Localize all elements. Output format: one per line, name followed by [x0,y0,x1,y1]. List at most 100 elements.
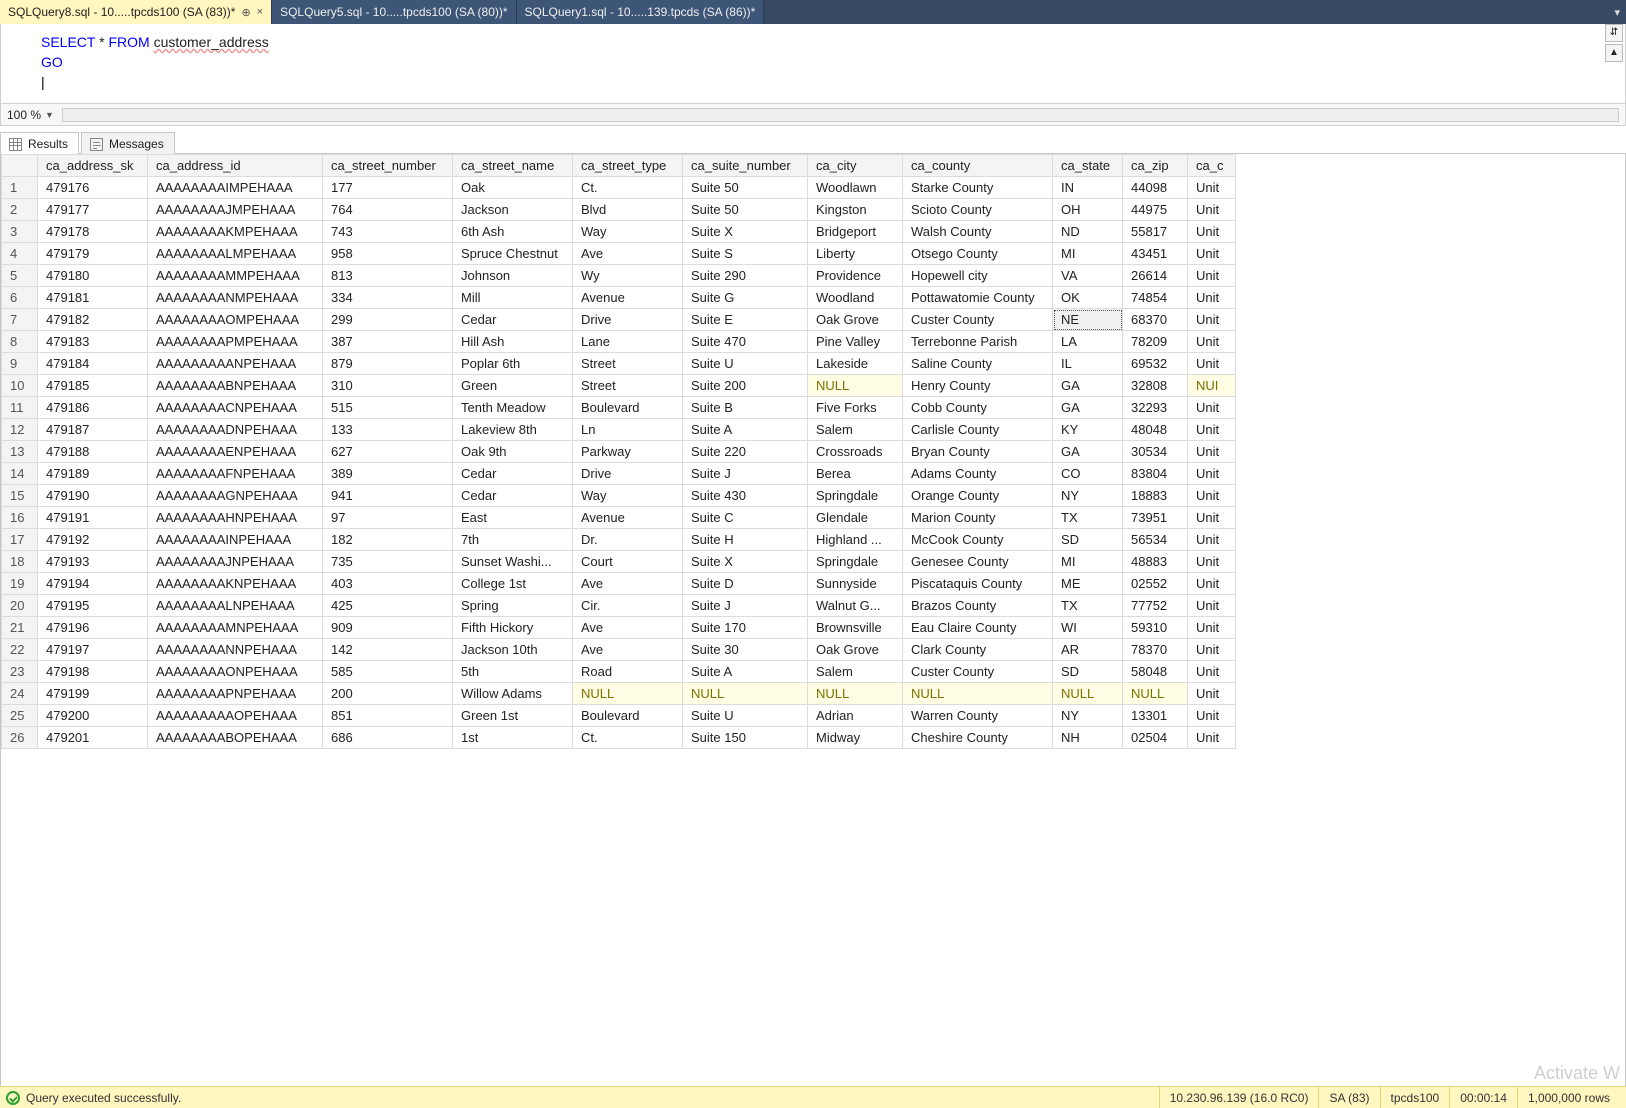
cell-ca_zip[interactable]: 77752 [1123,595,1188,617]
cell-ca_zip[interactable]: 02552 [1123,573,1188,595]
cell-ca_city[interactable]: Salem [808,419,903,441]
cell-ca_suite_number[interactable]: Suite 290 [683,265,808,287]
cell-ca_zip[interactable]: 43451 [1123,243,1188,265]
cell-ca_street_name[interactable]: Johnson [453,265,573,287]
cell-ca_street_name[interactable]: 5th [453,661,573,683]
cell-ca_country_trunc[interactable]: Unit [1188,397,1236,419]
cell-ca_street_type[interactable]: Avenue [573,287,683,309]
cell-ca_street_number[interactable]: 334 [323,287,453,309]
cell-ca_address_id[interactable]: AAAAAAAALMPEHAAA [148,243,323,265]
row-number-header[interactable] [2,155,38,177]
cell-ca_street_name[interactable]: Tenth Meadow [453,397,573,419]
cell-ca_street_number[interactable]: 909 [323,617,453,639]
row-number-cell[interactable]: 4 [2,243,38,265]
table-row[interactable]: 4479179AAAAAAAALMPEHAAA958Spruce Chestnu… [2,243,1236,265]
cell-ca_street_type[interactable]: Ct. [573,177,683,199]
cell-ca_zip[interactable]: 32808 [1123,375,1188,397]
cell-ca_address_sk[interactable]: 479195 [38,595,148,617]
cell-ca_street_name[interactable]: Hill Ash [453,331,573,353]
row-number-cell[interactable]: 17 [2,529,38,551]
row-number-cell[interactable]: 10 [2,375,38,397]
editor-line[interactable]: GO [41,52,1611,72]
cell-ca_suite_number[interactable]: Suite 220 [683,441,808,463]
cell-ca_county[interactable]: Pottawatomie County [903,287,1053,309]
table-row[interactable]: 18479193AAAAAAAAJNPEHAAA735Sunset Washi.… [2,551,1236,573]
cell-ca_zip[interactable]: 48883 [1123,551,1188,573]
document-tab-2[interactable]: SQLQuery1.sql - 10.....139.tpcds (SA (86… [517,0,765,24]
row-number-cell[interactable]: 11 [2,397,38,419]
row-number-cell[interactable]: 5 [2,265,38,287]
cell-ca_address_sk[interactable]: 479191 [38,507,148,529]
cell-ca_county[interactable]: Hopewell city [903,265,1053,287]
cell-ca_street_number[interactable]: 177 [323,177,453,199]
row-number-cell[interactable]: 3 [2,221,38,243]
cell-ca_suite_number[interactable]: Suite U [683,353,808,375]
cell-ca_address_sk[interactable]: 479192 [38,529,148,551]
cell-ca_address_id[interactable]: AAAAAAAAJNPEHAAA [148,551,323,573]
cell-ca_zip[interactable]: 32293 [1123,397,1188,419]
cell-ca_suite_number[interactable]: Suite A [683,661,808,683]
cell-ca_address_sk[interactable]: 479193 [38,551,148,573]
cell-ca_street_type[interactable]: Wy [573,265,683,287]
cell-ca_street_type[interactable]: Parkway [573,441,683,463]
cell-ca_street_name[interactable]: Jackson 10th [453,639,573,661]
cell-ca_street_name[interactable]: College 1st [453,573,573,595]
cell-ca_street_type[interactable]: Street [573,375,683,397]
cell-ca_street_name[interactable]: Poplar 6th [453,353,573,375]
cell-ca_zip[interactable]: 73951 [1123,507,1188,529]
cell-ca_state[interactable]: MI [1053,551,1123,573]
row-number-cell[interactable]: 16 [2,507,38,529]
cell-ca_street_number[interactable]: 425 [323,595,453,617]
cell-ca_county[interactable]: Clark County [903,639,1053,661]
row-number-cell[interactable]: 12 [2,419,38,441]
cell-ca_country_trunc[interactable]: Unit [1188,463,1236,485]
cell-ca_street_type[interactable]: Ave [573,617,683,639]
cell-ca_suite_number[interactable]: Suite J [683,463,808,485]
cell-ca_address_id[interactable]: AAAAAAAACNPEHAAA [148,397,323,419]
column-header-ca_address_sk[interactable]: ca_address_sk [38,155,148,177]
cell-ca_street_name[interactable]: Lakeview 8th [453,419,573,441]
cell-ca_city[interactable]: Salem [808,661,903,683]
cell-ca_county[interactable]: Henry County [903,375,1053,397]
cell-ca_address_id[interactable]: AAAAAAAAAOPEHAAA [148,705,323,727]
cell-ca_address_sk[interactable]: 479196 [38,617,148,639]
cell-ca_county[interactable]: Marion County [903,507,1053,529]
cell-ca_state[interactable]: MI [1053,243,1123,265]
cell-ca_zip[interactable]: 26614 [1123,265,1188,287]
cell-ca_street_number[interactable]: 97 [323,507,453,529]
cell-ca_address_sk[interactable]: 479178 [38,221,148,243]
cell-ca_county[interactable]: Warren County [903,705,1053,727]
cell-ca_address_id[interactable]: AAAAAAAALNPEHAAA [148,595,323,617]
cell-ca_city[interactable]: NULL [808,683,903,705]
cell-ca_state[interactable]: LA [1053,331,1123,353]
cell-ca_suite_number[interactable]: Suite 50 [683,199,808,221]
cell-ca_address_id[interactable]: AAAAAAAAKNPEHAAA [148,573,323,595]
cell-ca_state[interactable]: NY [1053,705,1123,727]
table-row[interactable]: 15479190AAAAAAAAGNPEHAAA941CedarWaySuite… [2,485,1236,507]
cell-ca_address_sk[interactable]: 479197 [38,639,148,661]
row-number-cell[interactable]: 14 [2,463,38,485]
cell-ca_street_type[interactable]: Road [573,661,683,683]
row-number-cell[interactable]: 9 [2,353,38,375]
table-row[interactable]: 17479192AAAAAAAAINPEHAAA1827thDr.Suite H… [2,529,1236,551]
cell-ca_address_id[interactable]: AAAAAAAAPNPEHAAA [148,683,323,705]
cell-ca_county[interactable]: Terrebonne Parish [903,331,1053,353]
cell-ca_address_sk[interactable]: 479180 [38,265,148,287]
cell-ca_county[interactable]: Adams County [903,463,1053,485]
cell-ca_address_sk[interactable]: 479186 [38,397,148,419]
cell-ca_street_number[interactable]: 958 [323,243,453,265]
cell-ca_zip[interactable]: 56534 [1123,529,1188,551]
cell-ca_street_number[interactable]: 403 [323,573,453,595]
cell-ca_county[interactable]: Otsego County [903,243,1053,265]
cell-ca_address_sk[interactable]: 479199 [38,683,148,705]
cell-ca_state[interactable]: CO [1053,463,1123,485]
row-number-cell[interactable]: 2 [2,199,38,221]
cell-ca_address_id[interactable]: AAAAAAAAINPEHAAA [148,529,323,551]
cell-ca_county[interactable]: Walsh County [903,221,1053,243]
cell-ca_county[interactable]: Piscataquis County [903,573,1053,595]
cell-ca_county[interactable]: Custer County [903,309,1053,331]
table-row[interactable]: 16479191AAAAAAAAHNPEHAAA97EastAvenueSuit… [2,507,1236,529]
cell-ca_street_type[interactable]: Ave [573,573,683,595]
row-number-cell[interactable]: 13 [2,441,38,463]
cell-ca_country_trunc[interactable]: Unit [1188,485,1236,507]
